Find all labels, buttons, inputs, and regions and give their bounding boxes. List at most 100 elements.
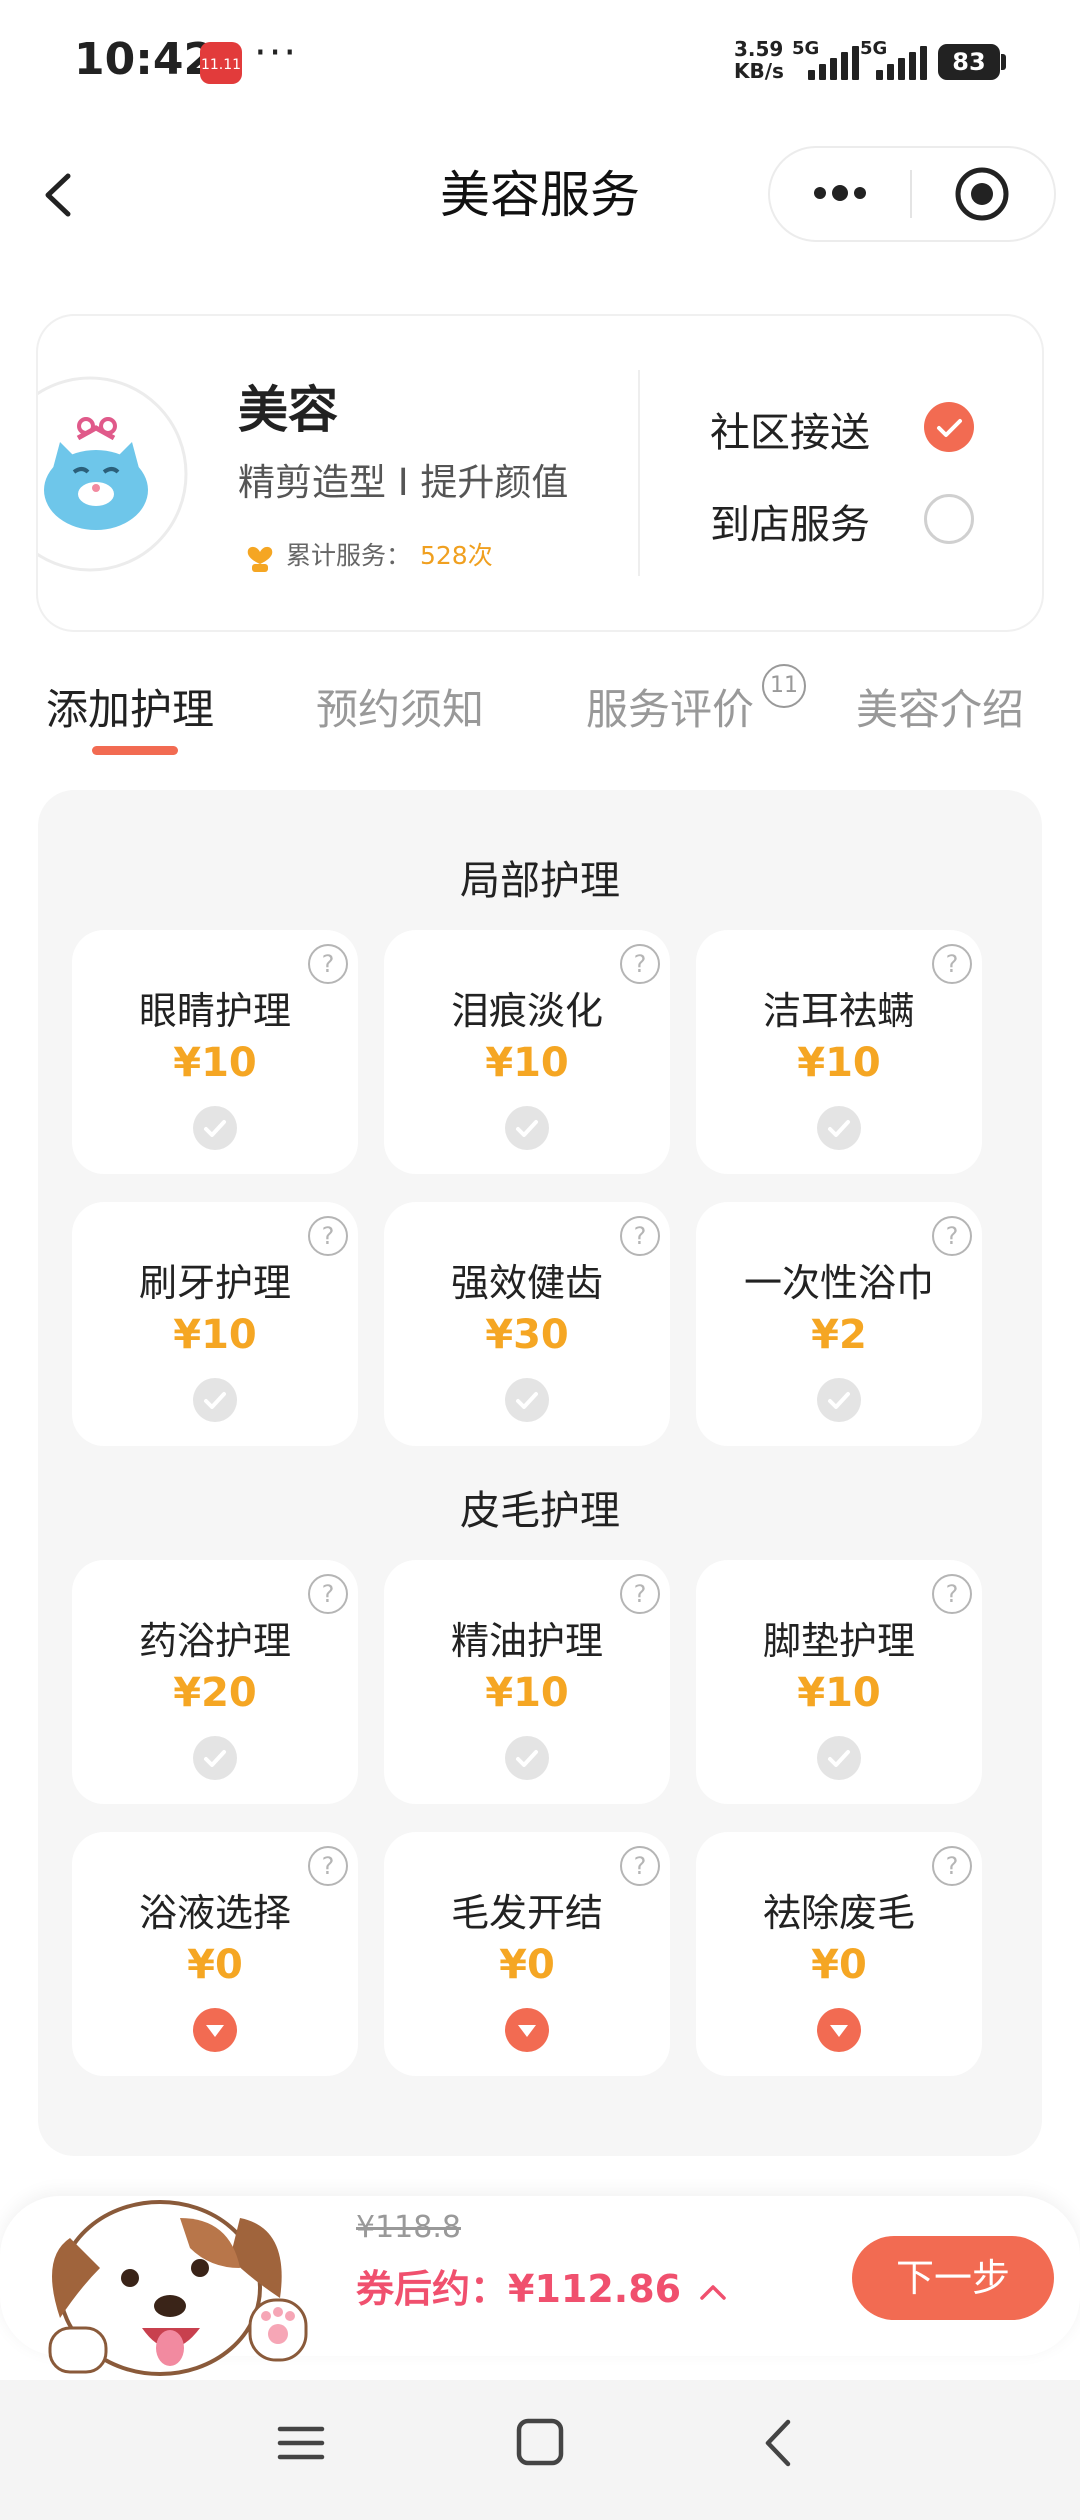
signal-2-icon — [876, 46, 927, 80]
section-title: 皮毛护理 — [460, 1488, 620, 1534]
coupon-price[interactable]: 券后约：¥112.86 — [356, 2258, 728, 2313]
dog-mascot-image — [30, 2178, 320, 2378]
original-price: ¥118.8 — [356, 2210, 461, 2245]
more-options-button[interactable] — [808, 168, 872, 218]
dropdown-toggle-icon[interactable] — [817, 2008, 861, 2052]
battery-tip — [1001, 54, 1006, 70]
chevron-left-icon — [45, 173, 71, 217]
dropdown-toggle-icon[interactable] — [505, 2008, 549, 2052]
select-check-icon[interactable] — [193, 1378, 237, 1422]
care-item-price: ¥30 — [485, 1312, 569, 1358]
help-question-icon[interactable]: ? — [308, 944, 348, 984]
care-item-price: ¥10 — [797, 1670, 881, 1716]
cat-grooming-icon — [38, 376, 188, 572]
care-item-price: ¥0 — [499, 1942, 555, 1988]
help-question-icon[interactable]: ? — [932, 1846, 972, 1886]
tab-add-care[interactable]: 添加护理 — [46, 680, 214, 740]
care-item-name: 精油护理 — [450, 1619, 603, 1663]
network-speed: 3.59 KB/s — [734, 38, 784, 82]
battery-icon: 83 — [938, 44, 1000, 80]
signal-1-icon — [808, 46, 859, 80]
care-item-name: 脚垫护理 — [762, 1619, 915, 1663]
close-mini-program-button[interactable] — [952, 164, 1012, 224]
network-speed-value: 3.59 — [734, 37, 784, 61]
help-question-icon[interactable]: ? — [308, 1846, 348, 1886]
care-item-name: 洁耳祛螨 — [762, 989, 915, 1033]
more-notifications-icon: ··· — [254, 30, 299, 76]
more-dots-icon — [814, 185, 866, 201]
active-tab-indicator — [92, 746, 178, 755]
help-question-icon[interactable]: ? — [620, 944, 660, 984]
help-question-icon[interactable]: ? — [308, 1574, 348, 1614]
back-arrow-icon — [765, 2419, 791, 2467]
care-item-name: 强效健齿 — [450, 1261, 603, 1305]
service-description: 精剪造型 I 提升颜值 — [238, 461, 569, 504]
tab-service-reviews[interactable]: 服务评价 — [586, 680, 754, 740]
care-item-name: 刷牙护理 — [138, 1261, 291, 1305]
care-item-price: ¥0 — [811, 1942, 867, 1988]
network-speed-unit: KB/s — [734, 59, 784, 83]
select-check-icon[interactable] — [193, 1106, 237, 1150]
capsule-divider — [910, 170, 912, 218]
service-name: 美容 — [238, 381, 338, 439]
tab-grooming-intro[interactable]: 美容介绍 — [856, 680, 1024, 740]
help-question-icon[interactable]: ? — [308, 1216, 348, 1256]
card-divider — [638, 370, 640, 576]
shopping-app-badge-icon: 11.11 — [200, 42, 242, 84]
home-square-icon — [516, 2418, 564, 2466]
chevron-up-icon — [700, 2284, 727, 2300]
select-check-icon[interactable] — [817, 1736, 861, 1780]
option-store-service-label[interactable]: 到店服务 — [710, 492, 870, 550]
select-check-icon[interactable] — [193, 1736, 237, 1780]
help-question-icon[interactable]: ? — [620, 1846, 660, 1886]
care-item-price: ¥10 — [485, 1040, 569, 1086]
target-circle-icon — [955, 167, 1009, 221]
help-question-icon[interactable]: ? — [932, 944, 972, 984]
help-question-icon[interactable]: ? — [620, 1216, 660, 1256]
checkmark-icon — [937, 419, 962, 437]
next-step-button[interactable]: 下一步 — [852, 2236, 1054, 2320]
served-count-label: 累计服务： — [286, 541, 412, 570]
care-item-name: 药浴护理 — [138, 1619, 291, 1663]
section-title: 局部护理 — [460, 858, 620, 904]
care-item-price: ¥2 — [811, 1312, 867, 1358]
help-question-icon[interactable]: ? — [932, 1216, 972, 1256]
care-item-name: 浴液选择 — [138, 1891, 291, 1935]
help-question-icon[interactable]: ? — [620, 1574, 660, 1614]
option-community-pickup-label[interactable]: 社区接送 — [710, 400, 870, 458]
page-title: 美容服务 — [440, 166, 640, 224]
care-item-name: 毛发开结 — [450, 1891, 603, 1935]
help-question-icon[interactable]: ? — [932, 1574, 972, 1614]
back-button[interactable] — [30, 160, 90, 230]
status-time: 10:42 — [74, 34, 215, 85]
dropdown-toggle-icon[interactable] — [193, 2008, 237, 2052]
option-store-service-radio[interactable] — [924, 494, 974, 544]
care-item-price: ¥10 — [797, 1040, 881, 1086]
coupon-price-text: 券后约：¥112.86 — [356, 2267, 682, 2311]
select-check-icon[interactable] — [817, 1378, 861, 1422]
select-check-icon[interactable] — [505, 1378, 549, 1422]
cat-avatar — [38, 376, 190, 572]
menu-button[interactable] — [276, 2418, 326, 2468]
care-item-price: ¥10 — [173, 1312, 257, 1358]
home-button[interactable] — [514, 2416, 566, 2468]
review-count-badge: 11 — [762, 664, 806, 708]
care-item-price: ¥0 — [187, 1942, 243, 1988]
select-check-icon[interactable] — [505, 1106, 549, 1150]
care-item-name: 一次性浴巾 — [743, 1261, 934, 1305]
served-count-value: 528次 — [420, 541, 493, 570]
care-item-name: 眼睛护理 — [138, 989, 291, 1033]
care-item-price: ¥10 — [485, 1670, 569, 1716]
system-back-button[interactable] — [754, 2416, 804, 2470]
care-item-price: ¥10 — [173, 1040, 257, 1086]
option-community-pickup-radio[interactable] — [924, 402, 974, 452]
select-check-icon[interactable] — [505, 1736, 549, 1780]
hand-heart-icon — [242, 538, 278, 574]
select-check-icon[interactable] — [817, 1106, 861, 1150]
menu-icon — [277, 2426, 325, 2460]
care-item-name: 泪痕淡化 — [450, 989, 603, 1033]
care-item-name: 祛除废毛 — [762, 1891, 915, 1935]
tab-booking-notice[interactable]: 预约须知 — [316, 680, 484, 740]
system-navigation-bar — [0, 2380, 1080, 2520]
care-item-price: ¥20 — [173, 1670, 257, 1716]
